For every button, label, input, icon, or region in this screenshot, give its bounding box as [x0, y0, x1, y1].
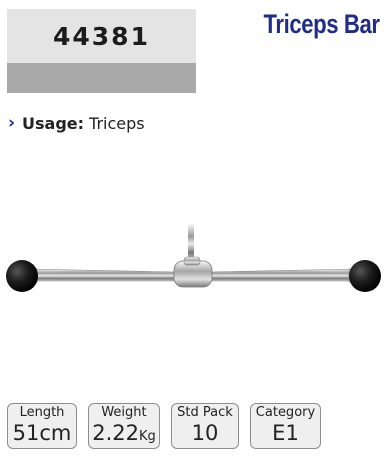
hook-pin: [188, 224, 194, 260]
spec-value: E1: [272, 421, 299, 445]
product-code: 44381: [7, 9, 196, 63]
spec-label: Category: [255, 405, 316, 420]
triceps-bar-image: [0, 215, 388, 325]
usage-line: › Usage: Triceps: [8, 113, 145, 133]
spec-category: Category E1: [250, 403, 321, 449]
usage-value: Triceps: [89, 113, 145, 133]
spec-value: 2.22Kg: [92, 421, 156, 445]
spec-label: Std Pack: [177, 405, 233, 420]
spec-weight: Weight 2.22Kg: [88, 403, 160, 449]
spec-std-pack: Std Pack 10: [171, 403, 239, 449]
spec-length: Length 51cm: [7, 403, 77, 449]
product-code-box: 44381: [7, 9, 196, 93]
spec-unit: Kg: [138, 429, 156, 444]
usage-label: Usage:: [22, 113, 85, 133]
spec-value: 10: [191, 421, 219, 445]
spec-label: Length: [19, 405, 65, 420]
chevron-right-icon: ›: [8, 113, 16, 133]
spec-value: 51cm: [12, 421, 72, 445]
spec-list: Length 51cm Weight 2.22Kg Std Pack 10 Ca…: [7, 403, 321, 449]
spec-label: Weight: [101, 405, 147, 420]
code-band: [7, 63, 196, 93]
product-title: Triceps Bar: [263, 9, 381, 39]
